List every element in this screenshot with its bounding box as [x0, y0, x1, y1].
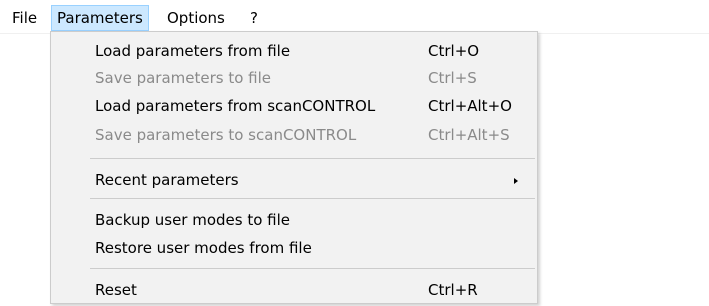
menu-item-save-parameters-to-file: Save parameters to file Ctrl+S	[52, 65, 536, 92]
menu-item-backup-user-modes[interactable]: Backup user modes to file	[52, 207, 536, 234]
menu-item-load-parameters-from-file[interactable]: Load parameters from file Ctrl+O	[52, 38, 536, 65]
menu-item-label: Load parameters from scanCONTROL	[95, 97, 376, 115]
menu-item-shortcut: Ctrl+R	[428, 281, 478, 299]
menu-parameters[interactable]: Parameters	[51, 5, 149, 31]
chevron-right-icon	[514, 178, 518, 184]
menu-file[interactable]: File	[7, 5, 42, 31]
parameters-dropdown-menu: Load parameters from file Ctrl+O Save pa…	[50, 31, 538, 304]
menu-item-shortcut: Ctrl+Alt+S	[428, 126, 510, 144]
menu-separator	[90, 158, 535, 159]
menu-item-label: Save parameters to scanCONTROL	[95, 126, 357, 144]
menu-bar: File Parameters Options ?	[0, 0, 709, 34]
menu-item-label: Load parameters from file	[95, 42, 291, 60]
menu-item-reset[interactable]: Reset Ctrl+R	[52, 277, 536, 304]
menu-separator	[90, 268, 535, 269]
menu-item-recent-parameters[interactable]: Recent parameters	[52, 167, 536, 194]
menu-item-label: Reset	[95, 281, 137, 299]
menu-item-shortcut: Ctrl+O	[428, 42, 480, 60]
menu-options[interactable]: Options	[162, 5, 230, 31]
menu-item-label: Restore user modes from file	[95, 239, 312, 257]
menu-item-label: Recent parameters	[95, 171, 239, 189]
menu-item-restore-user-modes[interactable]: Restore user modes from file	[52, 235, 536, 262]
menu-item-shortcut: Ctrl+Alt+O	[428, 97, 512, 115]
menu-item-load-parameters-from-scancontrol[interactable]: Load parameters from scanCONTROL Ctrl+Al…	[52, 93, 536, 120]
menu-help[interactable]: ?	[245, 5, 263, 31]
menu-item-shortcut: Ctrl+S	[428, 69, 477, 87]
menu-item-label: Backup user modes to file	[95, 211, 291, 229]
menu-item-label: Save parameters to file	[95, 69, 272, 87]
menu-item-save-parameters-to-scancontrol: Save parameters to scanCONTROL Ctrl+Alt+…	[52, 122, 536, 149]
menu-separator	[90, 198, 535, 199]
